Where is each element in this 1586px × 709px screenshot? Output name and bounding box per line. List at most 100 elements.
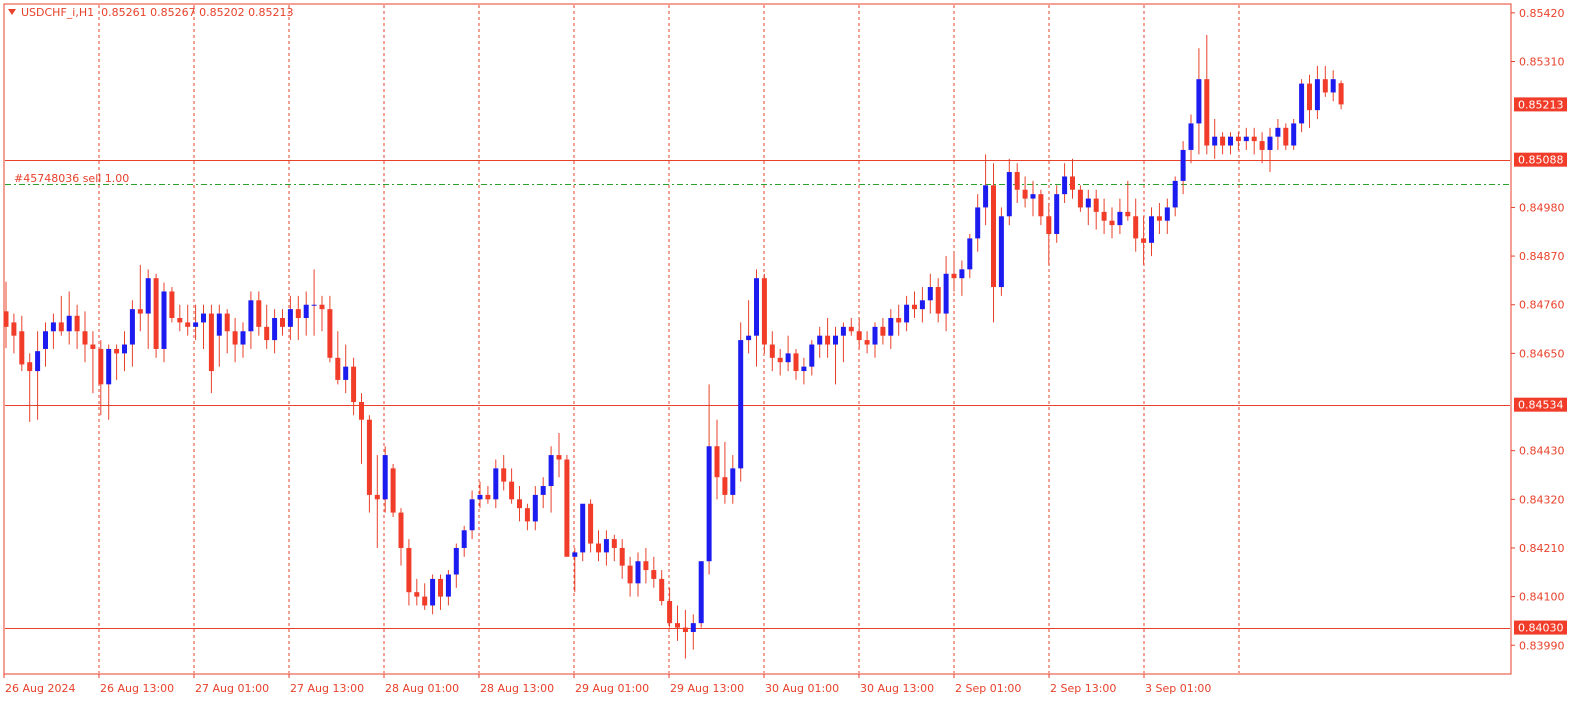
candle-body <box>572 552 578 557</box>
x-tick-label: 28 Aug 13:00 <box>480 682 554 695</box>
y-tick-label: 0.83990 <box>1519 639 1565 652</box>
price-tag-label: 0.85088 <box>1518 154 1564 167</box>
candle-body <box>1330 79 1336 93</box>
candle-body <box>414 592 420 597</box>
candle-body <box>177 317 183 323</box>
candle-body <box>390 468 396 513</box>
candle-body <box>1196 79 1202 124</box>
level-price-tag: 0.85088 <box>1514 152 1567 167</box>
candle-body <box>1338 83 1344 105</box>
candle-body <box>927 287 933 301</box>
candle-body <box>493 468 499 500</box>
candle <box>998 207 1004 296</box>
candle-body <box>264 326 270 341</box>
candle-body <box>603 539 609 553</box>
dropdown-triangle-icon[interactable] <box>8 9 16 15</box>
candle-body <box>919 300 925 310</box>
candle-body <box>1259 141 1265 150</box>
candle-body <box>122 344 127 354</box>
candle-body <box>888 317 894 336</box>
y-tick-label: 0.84760 <box>1519 299 1565 312</box>
candle-body <box>817 335 823 345</box>
candle-body <box>801 366 807 372</box>
candle-body <box>1006 172 1012 217</box>
candle-body <box>667 601 673 624</box>
candle-body <box>1164 207 1170 221</box>
price-chart[interactable]: 0.85420 0.85310 0.84980 0.84870 0.84760 0.846… <box>0 0 1586 709</box>
candle-body <box>1235 136 1241 142</box>
candle-body <box>169 291 175 318</box>
candle-body <box>967 238 973 270</box>
candle-body <box>19 331 25 365</box>
candle-body <box>1109 220 1115 226</box>
candle-body <box>137 309 143 314</box>
candle <box>761 273 767 354</box>
candle-body <box>825 335 831 345</box>
candle-body <box>983 185 989 208</box>
candle-body <box>809 344 815 367</box>
candle-body <box>193 322 199 327</box>
candle-body <box>1117 211 1123 226</box>
candle-body <box>1283 127 1289 146</box>
candle <box>564 455 570 557</box>
candle-body <box>627 565 633 584</box>
level-price-tag: 0.84534 <box>1514 397 1567 412</box>
candle-body <box>287 309 293 327</box>
candle-body <box>1101 211 1107 221</box>
candle-body <box>580 503 586 553</box>
candle-body <box>1188 123 1194 150</box>
candle-body <box>1054 194 1060 234</box>
candle-body <box>398 512 404 548</box>
candle-body <box>690 623 696 632</box>
candle-body <box>469 499 475 531</box>
plot-area <box>3 3 1512 675</box>
price-tag-label: 0.84030 <box>1518 622 1564 635</box>
candle-body <box>856 331 862 341</box>
candle-body <box>1314 79 1320 111</box>
candle-body <box>66 315 72 332</box>
candle-body <box>430 578 436 606</box>
candle-body <box>58 322 64 332</box>
candle-body <box>540 486 546 495</box>
candle-body <box>1243 136 1249 142</box>
candle-body <box>1070 176 1075 190</box>
candle-body <box>1291 123 1297 146</box>
candle-body <box>98 348 104 385</box>
candle-body <box>722 477 728 495</box>
candle <box>390 463 396 518</box>
time-axis: 26 Aug 2024 26 Aug 13:00 27 Aug 01:00 27 Au… <box>3 674 1211 695</box>
chart-window[interactable]: 0.85420 0.85310 0.84980 0.84870 0.84760 0.846… <box>0 0 1586 709</box>
candle-body <box>272 317 278 341</box>
candle-body <box>422 596 428 606</box>
y-tick-label: 0.84320 <box>1519 493 1565 506</box>
candle-body <box>35 351 41 372</box>
candle-body <box>1133 216 1139 239</box>
x-tick-label: 30 Aug 01:00 <box>765 682 839 695</box>
price-tag-label: 0.85213 <box>1518 98 1564 111</box>
candle-body <box>224 313 230 332</box>
candle-body <box>611 539 617 548</box>
candle-body <box>374 494 380 500</box>
candle-body <box>1204 79 1210 146</box>
candle-body <box>280 317 285 327</box>
candle-body <box>477 494 483 500</box>
y-tick-label: 0.84870 <box>1519 250 1565 263</box>
candle-body <box>1030 194 1036 199</box>
candle-body <box>208 313 214 372</box>
candle-body <box>548 455 554 487</box>
candle-body <box>935 287 941 314</box>
candle-body <box>840 326 846 336</box>
candle-body <box>959 269 965 279</box>
symbol-label: USDCHF_i,H1 <box>21 6 95 19</box>
candle-body <box>303 304 309 318</box>
candle-body <box>201 313 206 323</box>
x-tick-label: 27 Aug 13:00 <box>290 682 364 695</box>
candle <box>738 322 744 482</box>
chart-header: USDCHF_i,H1 0.85261 0.85267 0.85202 0.85… <box>8 6 294 19</box>
candle-body <box>991 185 996 288</box>
x-tick-label: 29 Aug 01:00 <box>575 682 649 695</box>
candle <box>1291 118 1297 150</box>
candle-body <box>682 627 688 632</box>
candle-body <box>524 508 530 522</box>
order-label[interactable]: #45748036 sell 1.00 <box>14 172 129 185</box>
